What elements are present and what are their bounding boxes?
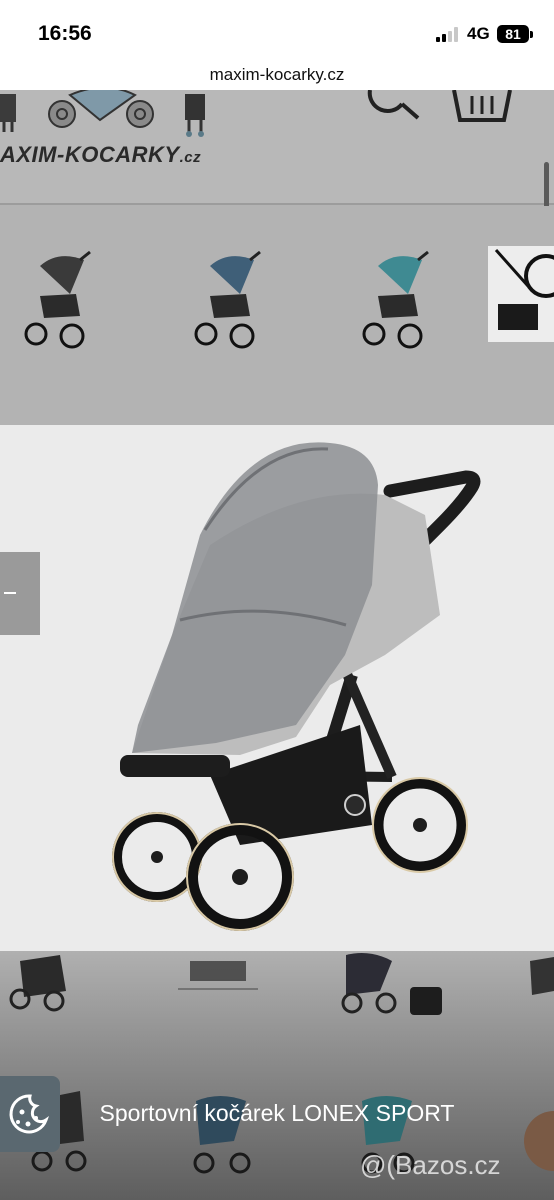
signal-icon — [436, 27, 462, 42]
logo-illustration-icon — [0, 90, 205, 137]
thumbnail-teal-stroller[interactable] — [356, 246, 446, 356]
network-type: 4G — [467, 24, 490, 43]
search-icon[interactable] — [362, 90, 424, 126]
previous-image-button[interactable] — [0, 552, 40, 635]
status-bar: 16:56 4G 81 — [0, 0, 554, 62]
stroller-photo — [112, 442, 481, 931]
url-text: maxim-kocarky.cz — [209, 65, 345, 84]
url-bar[interactable]: maxim-kocarky.cz — [0, 62, 554, 90]
image-caption: Sportovní kočárek LONEX SPORT — [99, 1100, 455, 1126]
bazos-watermark: @(Bazos.cz — [360, 1150, 501, 1180]
thumbnail-detail-photo[interactable] — [488, 246, 554, 356]
page-content: AXIM-KOCARKY.cz Sportovní kočárek LONEX … — [0, 90, 554, 1200]
logo-text: AXIM-KOCARKY — [0, 142, 180, 167]
arrow-left-icon — [4, 592, 16, 594]
thumbnail-strip — [0, 206, 554, 426]
thumbnail-blue-stroller[interactable] — [188, 246, 278, 356]
status-time: 16:56 — [38, 22, 92, 45]
basket-icon[interactable] — [450, 90, 512, 126]
battery-cap — [530, 31, 533, 38]
site-logo[interactable]: AXIM-KOCARKY.cz — [0, 142, 201, 168]
battery-icon: 81 — [497, 25, 529, 43]
site-header: AXIM-KOCARKY.cz — [0, 90, 554, 205]
thumbnail-black-stroller[interactable] — [18, 246, 108, 356]
logo-suffix: .cz — [179, 149, 202, 166]
main-product-image[interactable] — [0, 425, 554, 951]
